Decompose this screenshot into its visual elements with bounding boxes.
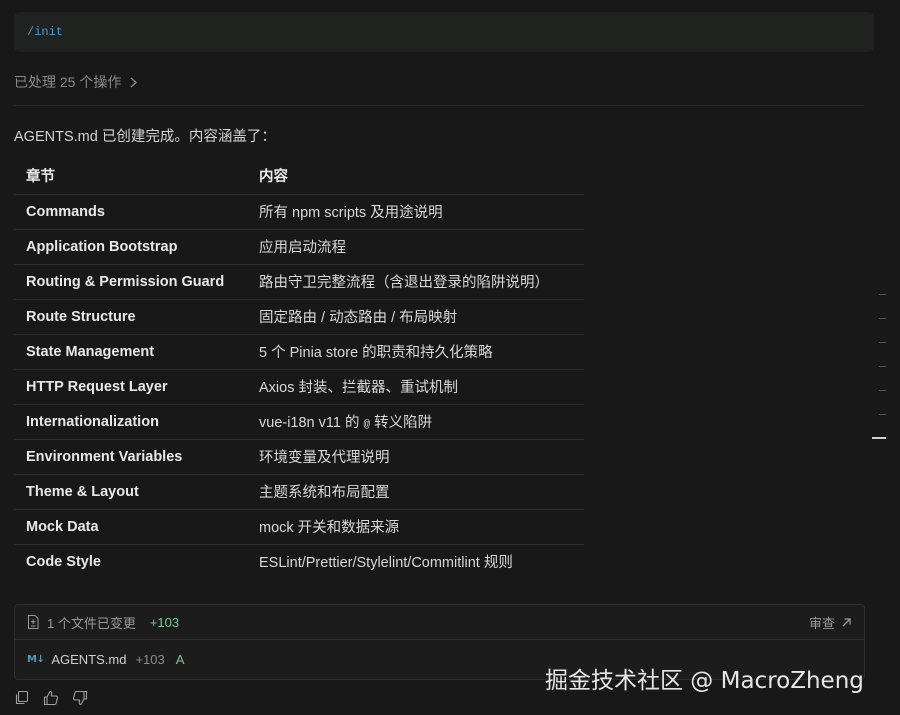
table-cell-content: ESLint/Prettier/Stylelint/Commitlint 规则 xyxy=(259,555,513,572)
table-row: Mock Data mock 开关和数据来源 xyxy=(14,509,584,545)
content-text: vue-i18n v11 的 xyxy=(259,415,364,431)
minimap-tick xyxy=(879,366,886,367)
operations-toggle[interactable]: 已处理 25 个操作 xyxy=(14,72,138,92)
table-row: State Management 5 个 Pinia store 的职责和持久化… xyxy=(14,334,584,370)
table-cell-content: 5 个 Pinia store 的职责和持久化策略 xyxy=(247,334,584,370)
file-status-badge: A xyxy=(175,652,185,667)
table-cell-section: HTTP Request Layer xyxy=(14,369,247,405)
column-header-content: 内容 xyxy=(247,158,584,195)
table-cell-content: 主题系统和布局配置 xyxy=(247,474,584,510)
review-label: 审查 xyxy=(808,615,835,631)
column-header-section: 章节 xyxy=(14,158,247,195)
file-diff-icon xyxy=(28,615,39,629)
table-row: HTTP Request Layer Axios 封装、拦截器、重试机制 xyxy=(14,369,584,405)
table-cell-section: Environment Variables xyxy=(14,439,247,475)
table-header-row: 章节 内容 xyxy=(14,158,584,195)
table-row: Internationalization vue-i18n v11 的 @ 转义… xyxy=(14,404,584,440)
table-cell-content: 路由守卫完整流程（含退出登录的陷阱说明） xyxy=(247,264,584,300)
copy-icon[interactable] xyxy=(14,690,30,706)
chevron-right-icon xyxy=(130,76,138,88)
table-cell-section: Theme & Layout xyxy=(14,474,247,510)
file-changes-header: 1 个文件已变更 +103 审查 xyxy=(15,605,864,640)
watermark: 掘金技术社区 @ MacroZheng xyxy=(545,668,864,694)
sections-table: 章节 内容 Commands 所有 npm scripts 及用途说明 Appl… xyxy=(14,158,584,579)
arrow-up-right-icon xyxy=(842,617,851,626)
file-additions: +103 xyxy=(135,652,165,667)
user-command-block: /init xyxy=(14,12,874,52)
table-row: Environment Variables 环境变量及代理说明 xyxy=(14,439,584,475)
content-text: 转义陷阱 xyxy=(370,415,433,431)
minimap-tick xyxy=(879,294,886,295)
markdown-file-icon: M↓ xyxy=(27,654,45,665)
changes-summary: 1 个文件已变更 xyxy=(47,615,136,631)
chat-panel: /init 已处理 25 个操作 AGENTS.md 已创建完成。内容涵盖了： … xyxy=(0,0,900,715)
table-cell-content: 所有 npm scripts 及用途说明 xyxy=(247,194,584,230)
table-cell-content: Axios 封装、拦截器、重试机制 xyxy=(247,369,584,405)
table-cell-content: mock 开关和数据来源 xyxy=(247,509,584,545)
table-cell-section: Mock Data xyxy=(14,509,247,545)
table-cell-content: 环境变量及代理说明 xyxy=(247,439,584,475)
table-row: Route Structure 固定路由 / 动态路由 / 布局映射 xyxy=(14,299,584,335)
table-row: Application Bootstrap 应用启动流程 xyxy=(14,229,584,265)
table-row: Theme & Layout 主题系统和布局配置 xyxy=(14,474,584,510)
table-cell-section: Route Structure xyxy=(14,299,247,335)
message-action-bar xyxy=(14,690,88,706)
minimap-tick xyxy=(879,414,886,415)
table-cell-section: Routing & Permission Guard xyxy=(14,264,247,300)
table-row: Routing & Permission Guard 路由守卫完整流程（含退出登… xyxy=(14,264,584,300)
table-row: Commands 所有 npm scripts 及用途说明 xyxy=(14,194,584,230)
review-button[interactable]: 审查 xyxy=(809,613,852,632)
minimap-current-marker[interactable] xyxy=(872,437,886,439)
table-cell-section: Code Style xyxy=(26,553,101,570)
thumbs-up-icon[interactable] xyxy=(43,690,59,706)
assistant-summary: AGENTS.md 已创建完成。内容涵盖了： xyxy=(14,129,276,145)
minimap-tick xyxy=(879,390,886,391)
table-cell-section: Commands xyxy=(14,194,247,230)
table-cell-content: vue-i18n v11 的 @ 转义陷阱 xyxy=(247,404,584,440)
table-cell-section: State Management xyxy=(14,334,247,370)
changes-additions: +103 xyxy=(149,614,180,630)
scroll-minimap[interactable] xyxy=(872,290,896,450)
table-cell-section: Application Bootstrap xyxy=(14,229,247,265)
table-cell-content: 应用启动流程 xyxy=(247,229,584,265)
thumbs-down-icon[interactable] xyxy=(72,690,88,706)
operations-label: 已处理 25 个操作 xyxy=(14,74,122,90)
divider xyxy=(14,105,864,106)
user-command-text: /init xyxy=(27,25,64,39)
table-cell-section: Internationalization xyxy=(14,404,247,440)
minimap-tick xyxy=(879,318,886,319)
file-name: AGENTS.md xyxy=(51,652,127,667)
minimap-tick xyxy=(879,342,886,343)
table-cell-content: 固定路由 / 动态路由 / 布局映射 xyxy=(247,299,584,335)
table-row: Code Style ESLint/Prettier/Stylelint/Com… xyxy=(14,544,584,579)
